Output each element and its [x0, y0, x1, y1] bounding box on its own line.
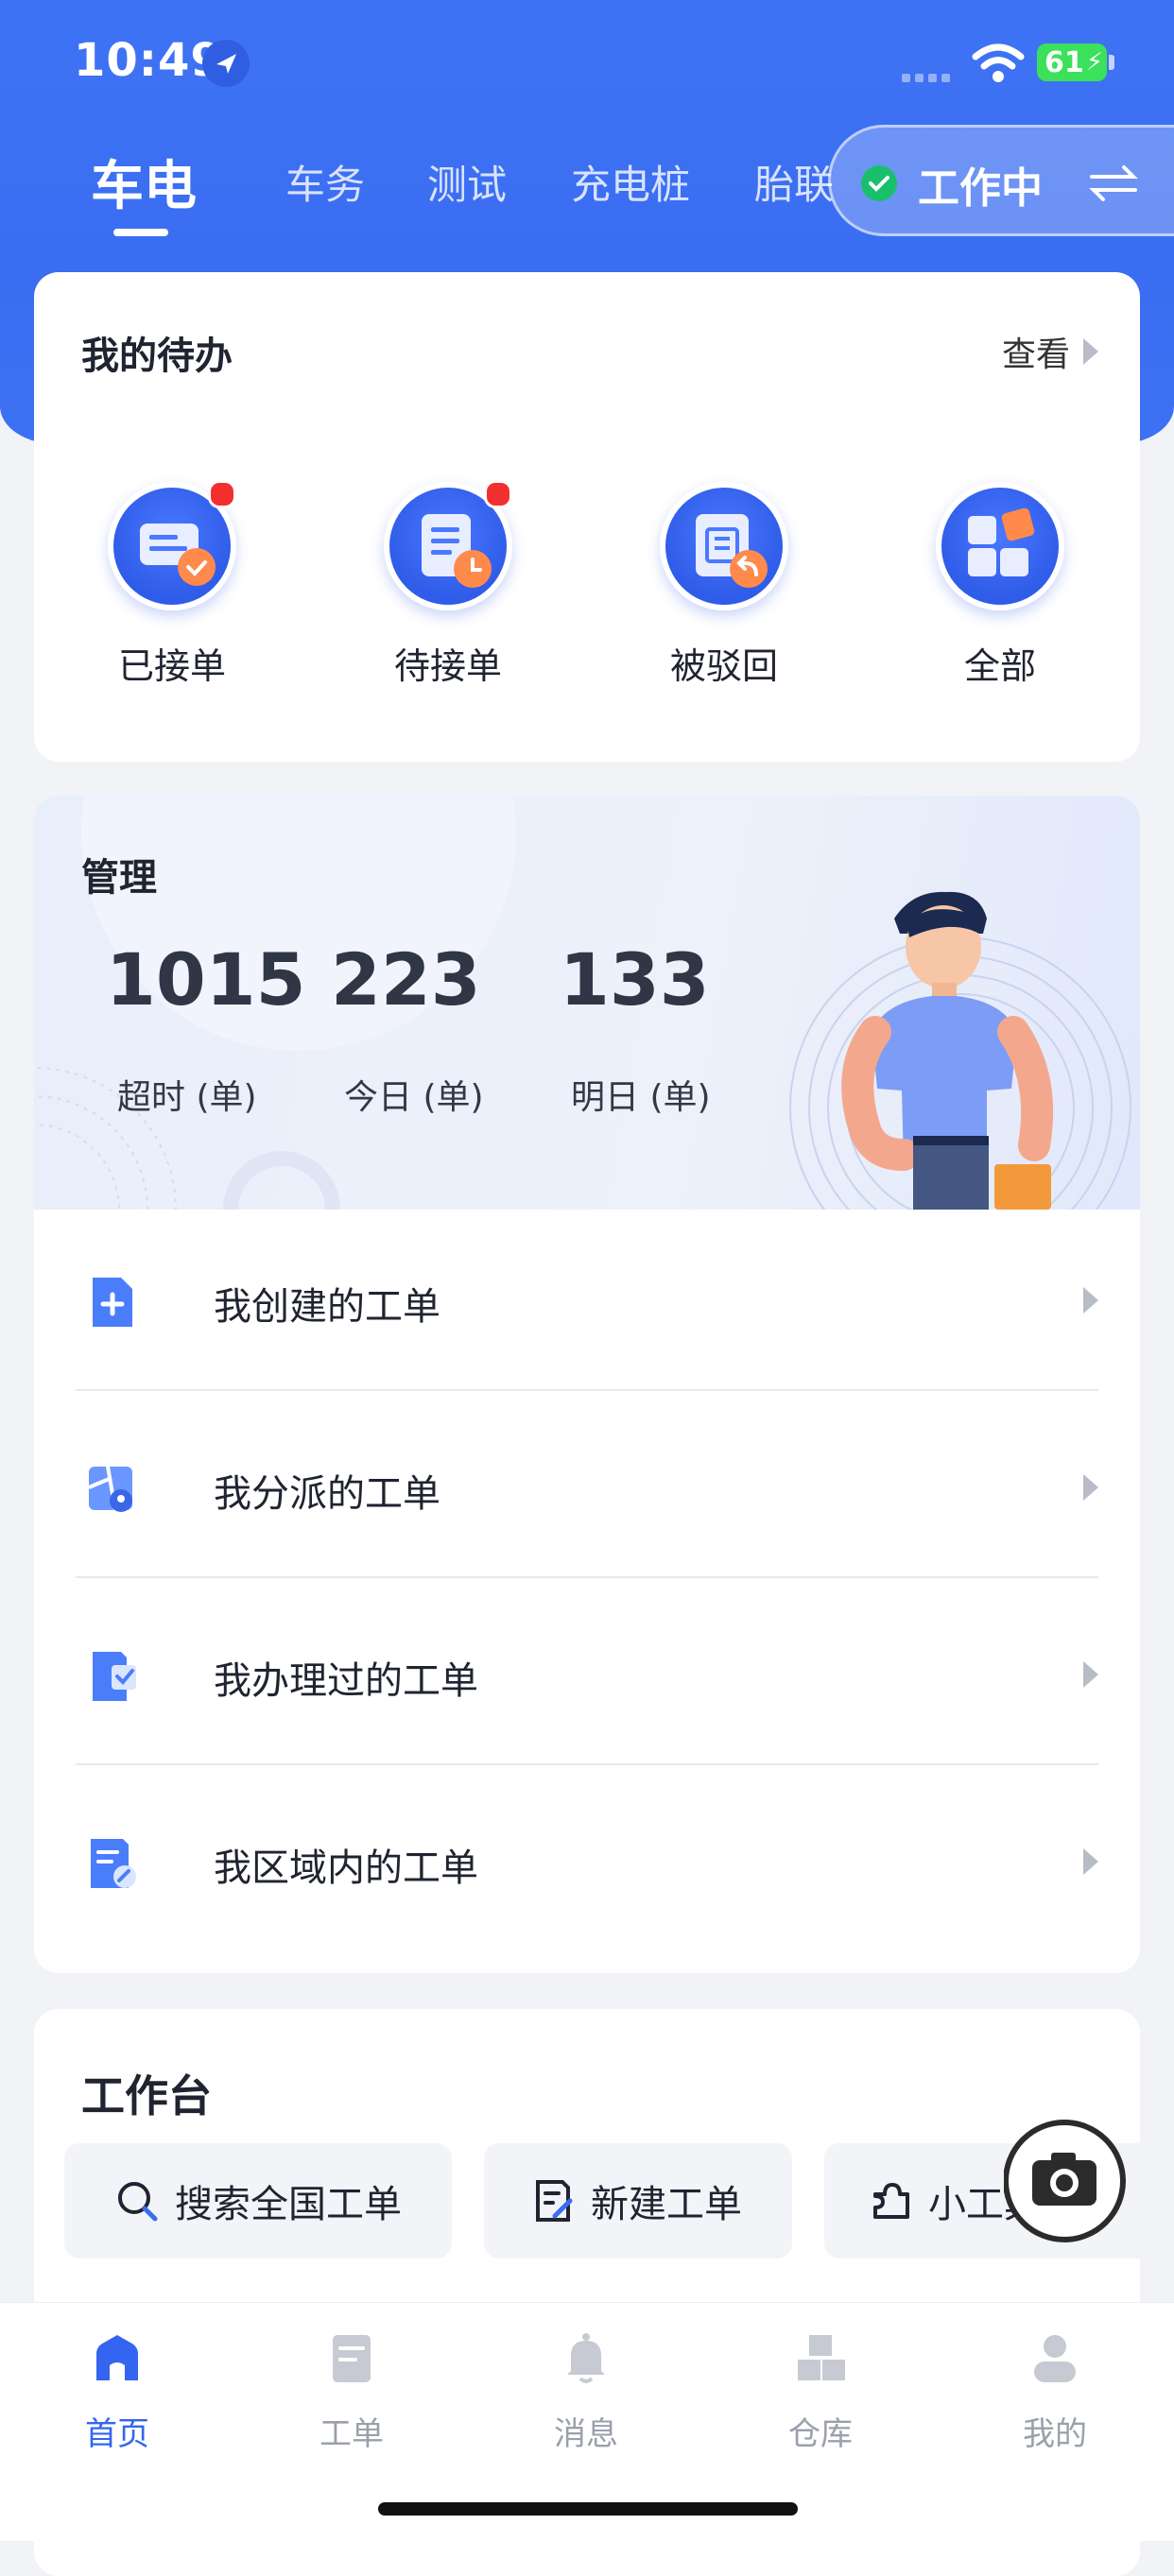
doc-plus-icon — [93, 1278, 132, 1327]
cellular-signal-icon — [902, 68, 957, 82]
rejected-orders-icon — [660, 482, 788, 610]
search-orders-label: 搜索全国工单 — [175, 2183, 402, 2226]
puzzle-icon — [873, 2183, 909, 2219]
divider — [76, 1763, 1098, 1765]
todo-rejected[interactable]: 被驳回 — [630, 482, 819, 689]
warehouse-icon — [798, 2335, 845, 2380]
check-circle-icon — [861, 165, 897, 201]
today-count: 223 — [331, 937, 481, 1022]
view-all-link[interactable]: 查看 — [1002, 327, 1098, 376]
doc-check-icon — [93, 1652, 136, 1701]
edit-doc-icon — [536, 2180, 573, 2222]
pending-orders-icon — [384, 480, 512, 610]
status-time: 10:49 — [74, 34, 223, 87]
nav-messages[interactable]: 消息 — [510, 2329, 662, 2454]
work-order-list: 我创建的工单 我分派的工单 我办理过的工单 我区域内的工单 — [34, 1210, 1140, 1973]
todo-title: 我的待办 — [81, 335, 233, 378]
tomorrow-label: 明日 (单) — [571, 1078, 711, 1117]
new-order-label: 新建工单 — [591, 2183, 742, 2226]
tab-tailian[interactable]: 胎联 — [754, 153, 834, 211]
todo-label: 已接单 — [117, 645, 226, 687]
list-item-label: 我区域内的工单 — [214, 1846, 478, 1890]
overdue-label: 超时 (单) — [117, 1078, 257, 1117]
doc-region-icon — [91, 1839, 136, 1888]
camera-float-button[interactable] — [1003, 2117, 1174, 2249]
list-item-created[interactable]: 我创建的工单 — [76, 1210, 1098, 1397]
nav-label: 仓库 — [788, 2415, 853, 2453]
todo-label: 全部 — [963, 645, 1036, 687]
battery-cap — [1109, 55, 1114, 70]
home-icon — [96, 2335, 138, 2380]
todo-accepted[interactable]: 已接单 — [78, 480, 267, 689]
chevron-right-icon — [1083, 1661, 1098, 1688]
management-title: 管理 — [81, 856, 157, 900]
divider — [76, 1576, 1098, 1578]
chevron-right-icon — [1083, 1287, 1098, 1314]
divider — [76, 1389, 1098, 1391]
order-icon — [333, 2335, 371, 2382]
badge-dot — [484, 480, 512, 508]
work-status-label: 工作中 — [918, 164, 1043, 213]
todo-all[interactable]: 全部 — [906, 482, 1095, 689]
camera-icon — [1003, 2120, 1126, 2242]
nav-warehouse[interactable]: 仓库 — [745, 2329, 896, 2454]
battery-icon: 61 ⚡ — [1037, 43, 1107, 81]
profile-icon — [1034, 2335, 1076, 2382]
list-item-label: 我创建的工单 — [214, 1285, 440, 1329]
tab-chongdianzhuang[interactable]: 充电桩 — [571, 153, 690, 211]
list-item-region[interactable]: 我区域内的工单 — [76, 1771, 1098, 1958]
search-orders-button[interactable]: 搜索全国工单 — [64, 2143, 452, 2258]
badge-dot — [208, 480, 236, 508]
management-panel[interactable]: 管理 1015 超时 (单) 223 今日 (单) 133 明日 (单) — [34, 796, 1140, 1210]
accepted-orders-icon — [108, 480, 236, 610]
battery-level: 61 — [1045, 45, 1084, 79]
wifi-icon — [972, 43, 1025, 85]
workbench-title: 工作台 — [81, 2070, 212, 2121]
tab-ceshi[interactable]: 测试 — [427, 153, 507, 211]
nav-label: 我的 — [1023, 2415, 1087, 2453]
search-icon — [118, 2182, 158, 2222]
todo-pending[interactable]: 待接单 — [354, 480, 543, 689]
todo-label: 被驳回 — [669, 645, 778, 687]
nav-label: 工单 — [319, 2415, 384, 2453]
tomorrow-count: 133 — [560, 937, 710, 1022]
status-bar: 10:49 61 ⚡ — [0, 0, 1174, 132]
chevron-right-icon — [1083, 1848, 1098, 1875]
nav-profile[interactable]: 我的 — [979, 2329, 1131, 2454]
bell-icon — [567, 2333, 605, 2383]
nav-home[interactable]: 首页 — [42, 2329, 193, 2454]
list-item-label: 我办理过的工单 — [214, 1659, 478, 1703]
tab-chedian[interactable]: 车电 — [91, 144, 197, 220]
new-order-button[interactable]: 新建工单 — [484, 2143, 792, 2258]
today-label: 今日 (单) — [344, 1078, 484, 1117]
list-item-handled[interactable]: 我办理过的工单 — [76, 1584, 1098, 1771]
chevron-right-icon — [1083, 1474, 1098, 1501]
all-orders-grid-icon — [936, 482, 1064, 610]
location-arrow-icon — [202, 40, 250, 87]
todo-label: 待接单 — [393, 645, 502, 687]
view-all-label: 查看 — [1001, 335, 1070, 374]
dispatch-map-icon — [88, 1466, 132, 1512]
worker-illustration — [841, 891, 1054, 1210]
nav-label: 首页 — [85, 2415, 149, 2453]
chevron-right-icon — [1083, 338, 1098, 365]
list-item-dispatched[interactable]: 我分派的工单 — [76, 1397, 1098, 1584]
nav-label: 消息 — [554, 2415, 618, 2453]
active-tab-indicator — [113, 229, 168, 236]
work-status-toggle[interactable]: 工作中 — [828, 125, 1174, 236]
nav-orders[interactable]: 工单 — [276, 2329, 427, 2454]
tab-chewu[interactable]: 车务 — [285, 153, 365, 211]
overdue-count: 1015 — [106, 937, 306, 1022]
swap-arrows-icon — [1086, 156, 1141, 211]
home-indicator — [378, 2502, 798, 2516]
todo-card: 我的待办 查看 已接单 待接单 被驳回 全部 — [34, 272, 1140, 762]
list-item-label: 我分派的工单 — [214, 1472, 440, 1516]
